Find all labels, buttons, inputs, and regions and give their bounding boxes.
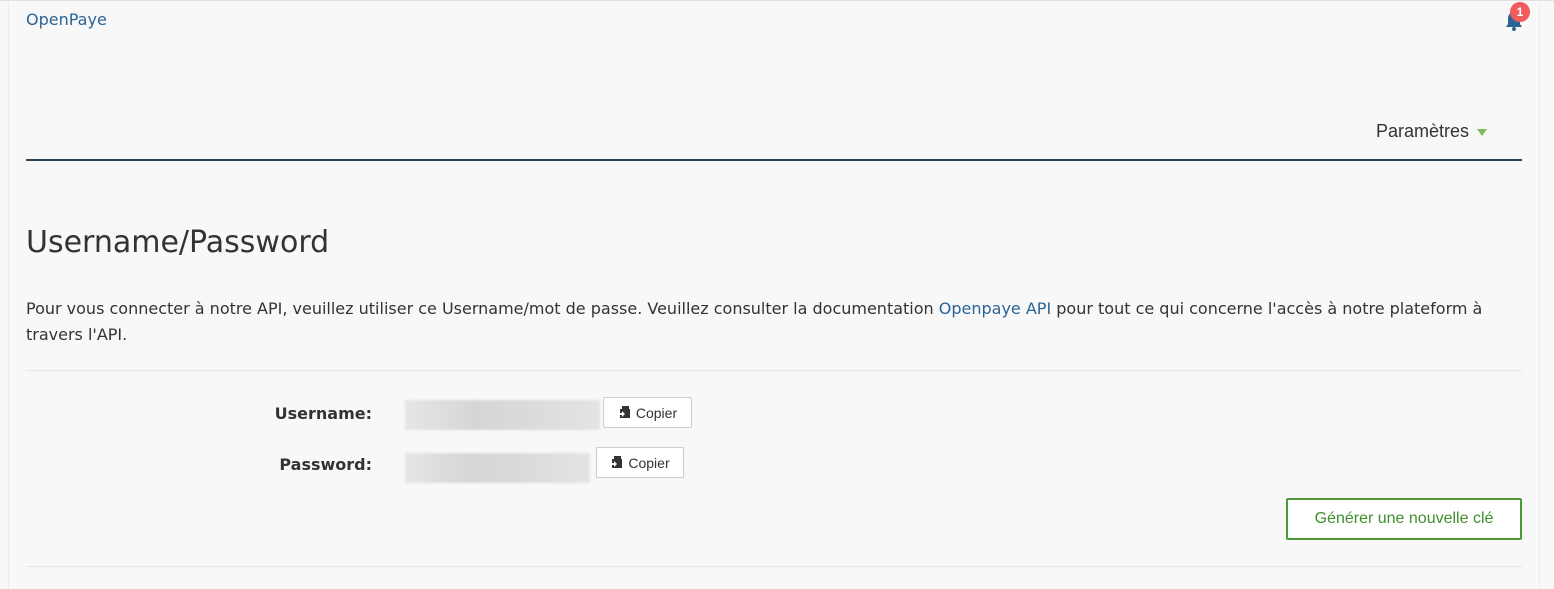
copy-icon xyxy=(617,406,630,418)
brand-link[interactable]: OpenPaye xyxy=(26,10,107,29)
notification-badge: 1 xyxy=(1510,2,1530,22)
top-border xyxy=(0,0,1554,1)
copy-username-label: Copier xyxy=(635,404,678,421)
username-label: Username: xyxy=(274,404,372,423)
section-divider-bottom xyxy=(26,566,1522,567)
copy-username-button[interactable]: Copier xyxy=(603,397,692,428)
nav-divider xyxy=(26,159,1522,161)
copy-password-button[interactable]: Copier xyxy=(596,447,684,478)
password-value-blurred xyxy=(405,453,590,483)
api-doc-link[interactable]: Openpaye API xyxy=(939,299,1051,318)
copy-password-label: Copier xyxy=(628,454,670,471)
intro-text: Pour vous connecter à notre API, veuille… xyxy=(26,296,1526,348)
left-edge xyxy=(8,0,9,589)
generate-key-button[interactable]: Générer une nouvelle clé xyxy=(1286,498,1522,540)
username-value-blurred xyxy=(405,400,600,430)
password-label: Password: xyxy=(279,455,372,474)
right-edge xyxy=(1539,0,1540,589)
section-divider-top xyxy=(26,370,1522,371)
caret-down-icon xyxy=(1477,129,1488,136)
page-title: Username/Password xyxy=(26,225,330,260)
copy-icon xyxy=(610,456,623,468)
settings-menu-label: Paramètres xyxy=(1376,121,1470,141)
intro-text-start: Pour vous connecter à notre API, veuille… xyxy=(26,299,939,318)
settings-menu[interactable]: Paramètres xyxy=(1376,121,1488,142)
